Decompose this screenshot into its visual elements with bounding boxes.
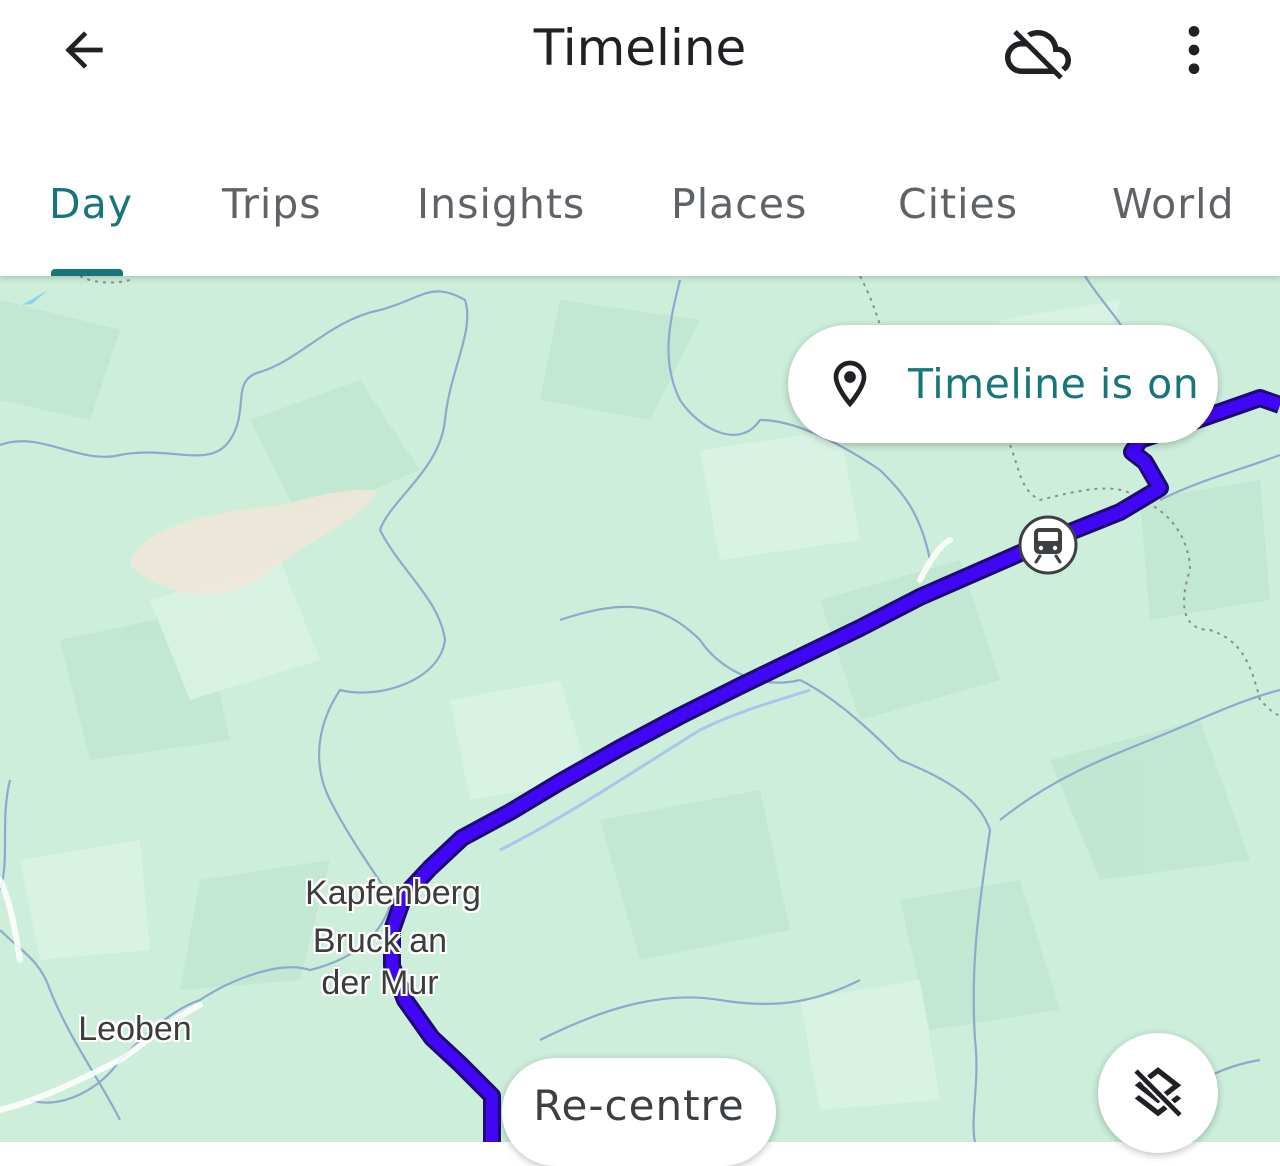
- tab-insights[interactable]: Insights: [417, 176, 585, 236]
- layers-off-icon: [1132, 1067, 1184, 1119]
- more-vert-icon: [1188, 26, 1200, 74]
- timeline-status-label: Timeline is on: [908, 360, 1200, 408]
- tab-cities[interactable]: Cities: [898, 176, 1018, 236]
- tab-bar: Day Trips Insights Places Cities World: [0, 176, 1280, 276]
- app-bar: Timeline Day Trips Insights Places Citie…: [0, 0, 1280, 276]
- train-icon[interactable]: [1018, 515, 1078, 575]
- place-label-leoben: Leoben: [78, 1010, 192, 1048]
- recentre-button[interactable]: Re-centre: [502, 1058, 776, 1166]
- cloud-off-icon: [1005, 29, 1071, 80]
- recentre-label: Re-centre: [533, 1080, 745, 1130]
- tab-places[interactable]: Places: [671, 176, 807, 236]
- place-label-kapfenberg: Kapfenberg: [305, 874, 481, 912]
- more-options-button[interactable]: [1162, 14, 1226, 86]
- location-pin-icon: [833, 360, 867, 408]
- tab-trips[interactable]: Trips: [222, 176, 322, 236]
- tab-day[interactable]: Day: [49, 176, 133, 236]
- place-label-bruck-an-der-mur: Bruck an der Mur: [312, 922, 448, 1002]
- layers-button[interactable]: [1098, 1033, 1218, 1153]
- sync-status-button[interactable]: [1000, 14, 1076, 90]
- timeline-status-chip[interactable]: Timeline is on: [788, 325, 1218, 443]
- page-title: Timeline: [533, 19, 747, 77]
- active-tab-indicator: [51, 269, 123, 276]
- tab-world[interactable]: World: [1112, 176, 1235, 236]
